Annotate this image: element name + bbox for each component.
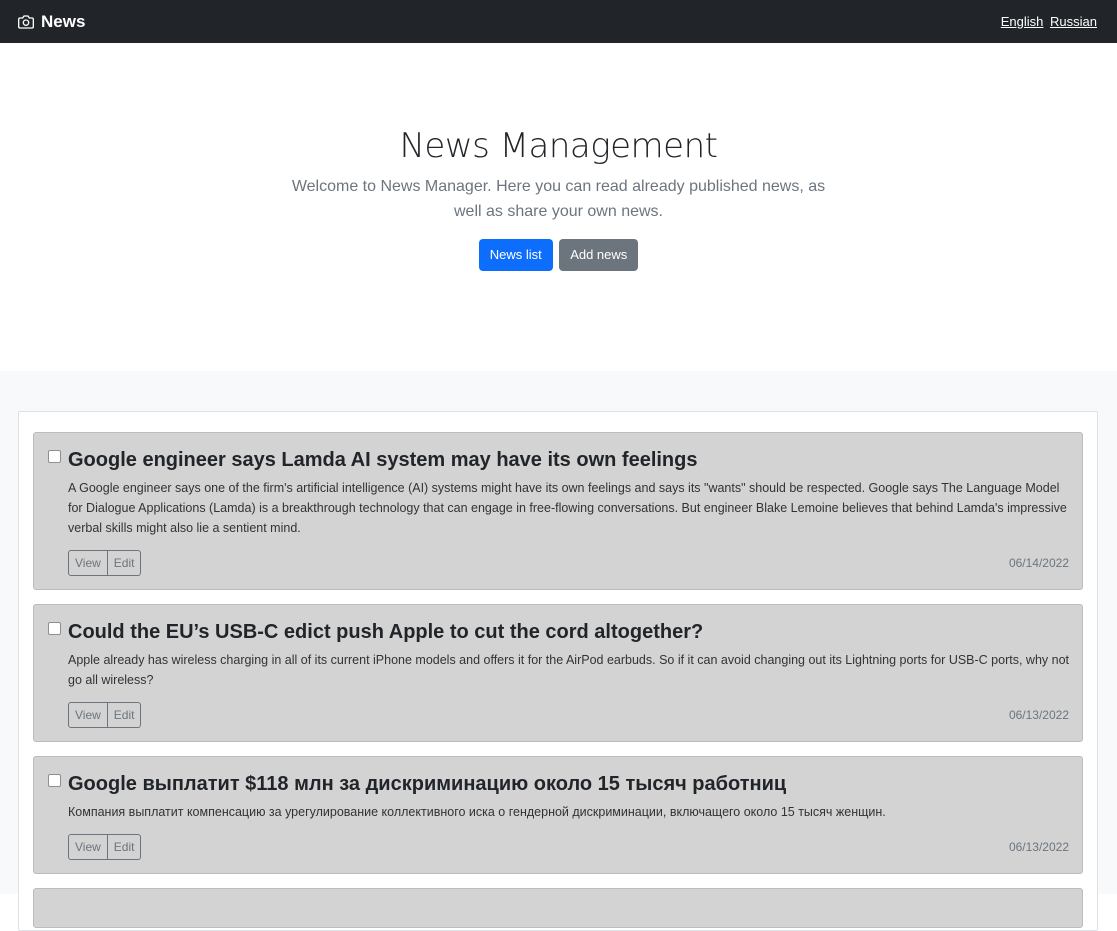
language-english-link[interactable]: English: [1001, 14, 1044, 29]
news-date: 06/14/2022: [1008, 556, 1069, 570]
news-title: Google engineer says Lamda AI system may…: [68, 449, 698, 471]
news-brief: A Google engineer says one of the firm's…: [68, 481, 1067, 535]
news-list: Google engineer says Lamda AI system may…: [18, 411, 1098, 931]
language-russian-link[interactable]: Russian: [1050, 14, 1097, 29]
navbar: News English Russian: [0, 0, 1117, 43]
news-card: Google выплатит $118 млн за дискриминаци…: [33, 756, 1083, 874]
edit-button[interactable]: Edit: [107, 702, 142, 728]
language-switcher: English Russian: [998, 14, 1097, 29]
news-section: Google engineer says Lamda AI system may…: [0, 371, 1117, 931]
brand-name: News: [41, 11, 86, 31]
news-card: Google engineer says Lamda AI system may…: [33, 432, 1083, 590]
news-list-button[interactable]: News list: [478, 239, 553, 271]
add-news-button[interactable]: Add news: [559, 239, 639, 271]
hero-section: News Management Welcome to News Manager.…: [0, 43, 1117, 371]
edit-button[interactable]: Edit: [107, 550, 142, 576]
news-brief: Компания выплатит компенсацию за урегули…: [68, 805, 886, 819]
edit-button[interactable]: Edit: [107, 834, 142, 860]
news-brief: Apple already has wireless charging in a…: [68, 653, 1070, 687]
news-date: 06/13/2022: [1008, 840, 1069, 854]
news-card: Could the EU’s USB-C edict push Apple to…: [33, 604, 1083, 742]
view-button[interactable]: View: [68, 550, 108, 576]
camera-icon: [18, 14, 34, 29]
hero-buttons: News list Add news: [0, 239, 1117, 271]
page-title: News Management: [399, 126, 718, 166]
view-button[interactable]: View: [68, 702, 108, 728]
hero-lead: Welcome to News Manager. Here you can re…: [291, 178, 826, 220]
news-actions: View Edit: [68, 702, 142, 728]
news-select-checkbox[interactable]: [48, 622, 61, 635]
view-button[interactable]: View: [68, 834, 108, 860]
brand-link[interactable]: News: [18, 12, 85, 32]
news-title: Could the EU’s USB-C edict push Apple to…: [68, 621, 704, 643]
news-card-partial: [33, 888, 1083, 928]
news-date: 06/13/2022: [1008, 708, 1069, 722]
news-actions: View Edit: [68, 834, 142, 860]
news-title: Google выплатит $118 млн за дискриминаци…: [68, 773, 787, 795]
news-select-checkbox[interactable]: [48, 450, 61, 463]
news-select-checkbox[interactable]: [48, 774, 61, 787]
news-actions: View Edit: [68, 550, 142, 576]
